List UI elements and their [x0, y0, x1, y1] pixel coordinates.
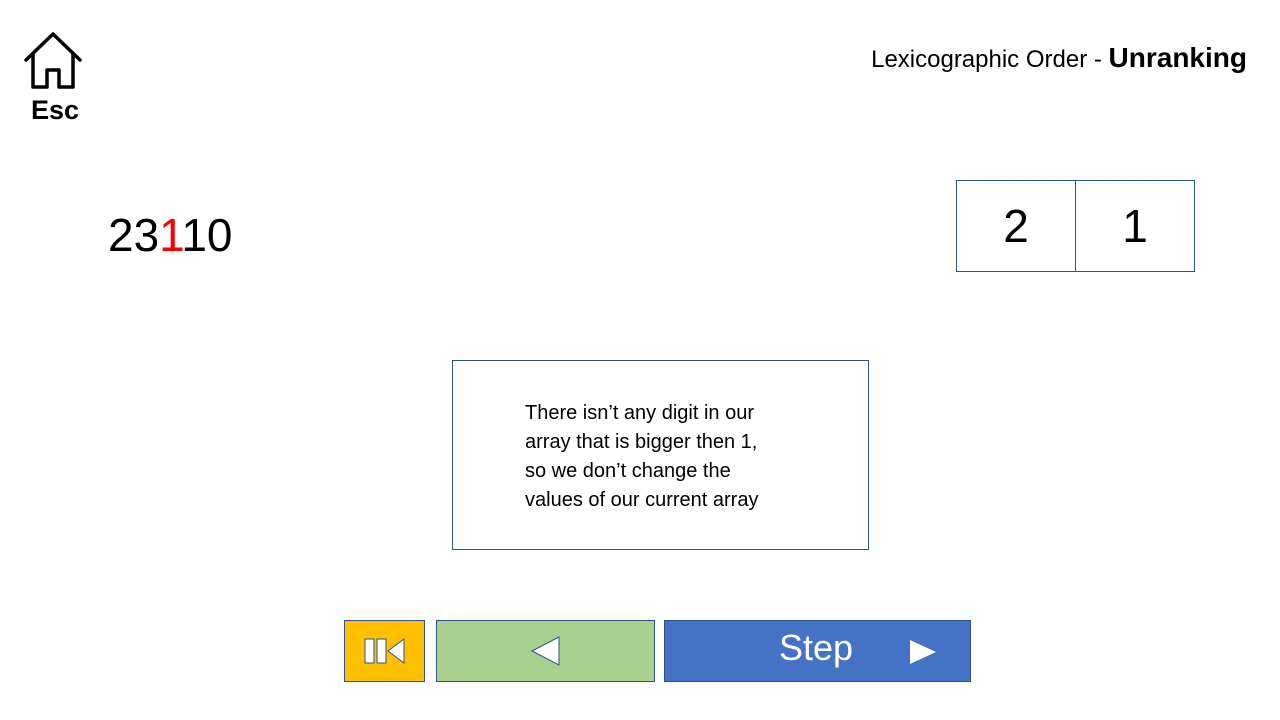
explanation-line: so we don’t change the: [525, 460, 731, 482]
home-button[interactable]: [22, 30, 84, 92]
title-prefix: Lexicographic Order -: [871, 46, 1109, 73]
step-button[interactable]: Step: [664, 620, 971, 682]
current-number: 23110: [108, 208, 233, 262]
reset-button[interactable]: [344, 620, 425, 682]
array-cell: 2: [1003, 200, 1029, 252]
explanation-line: array that is bigger then 1,: [525, 431, 758, 453]
skip-to-start-icon: [364, 638, 404, 664]
number-suffix: 10: [181, 209, 233, 261]
triangle-left-icon: [530, 636, 559, 666]
explanation-box: There isn’t any digit in our array that …: [452, 360, 869, 550]
page-title: Lexicographic Order - Unranking: [871, 42, 1247, 74]
number-prefix: 23: [108, 209, 160, 261]
digit-array: 2 1: [956, 180, 1195, 272]
number-highlight-digit: 1: [159, 209, 182, 261]
explanation-line: There isn’t any digit in our: [525, 402, 755, 424]
home-icon: [24, 32, 82, 89]
explanation-line: values of our current array: [525, 489, 759, 511]
triangle-right-icon: [910, 640, 936, 664]
array-cell: 1: [1075, 181, 1194, 271]
explanation-text: There isn’t any digit in our array that …: [525, 399, 825, 515]
esc-label[interactable]: Esc: [31, 95, 79, 126]
back-button[interactable]: [436, 620, 655, 682]
step-label: Step: [779, 627, 854, 668]
title-bold: Unranking: [1108, 42, 1247, 73]
